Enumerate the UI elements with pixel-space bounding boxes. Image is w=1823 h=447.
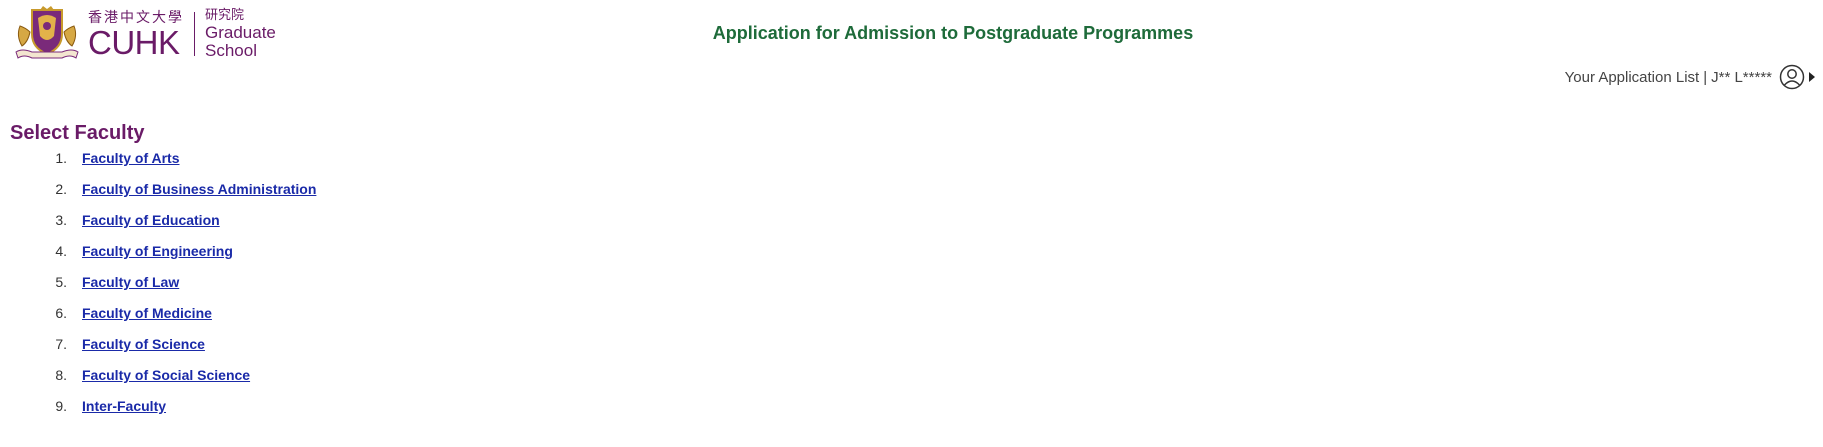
list-item: 8. Faculty of Social Science xyxy=(44,367,316,398)
list-item: 9. Inter-Faculty xyxy=(44,398,316,429)
faculty-link-business-administration[interactable]: Faculty of Business Administration xyxy=(82,181,316,197)
faculty-link-engineering[interactable]: Faculty of Engineering xyxy=(82,243,233,259)
page-title: Application for Admission to Postgraduat… xyxy=(712,23,1194,43)
faculty-link-education[interactable]: Faculty of Education xyxy=(82,212,220,228)
logo-school-line2: School xyxy=(205,41,257,60)
list-item-number: 9. xyxy=(55,398,67,414)
application-list-link[interactable]: Your Application List xyxy=(1565,69,1700,86)
list-item: 7. Faculty of Science xyxy=(44,336,316,367)
user-circle-icon[interactable] xyxy=(1779,64,1805,90)
faculty-list: 1. Faculty of Arts 2. Faculty of Busines… xyxy=(44,150,316,429)
section-heading: Select Faculty xyxy=(10,122,145,144)
list-item-number: 8. xyxy=(55,367,67,383)
user-name: J** L***** xyxy=(1711,68,1772,86)
list-item: 4. Faculty of Engineering xyxy=(44,243,316,274)
list-item-number: 3. xyxy=(55,212,67,228)
list-item-number: 4. xyxy=(55,243,67,259)
list-item-number: 7. xyxy=(55,336,67,352)
list-item-number: 5. xyxy=(55,274,67,290)
faculty-link-inter-faculty[interactable]: Inter-Faculty xyxy=(82,398,166,414)
list-item-number: 2. xyxy=(55,181,67,197)
list-item: 5. Faculty of Law xyxy=(44,274,316,305)
list-item-number: 6. xyxy=(55,305,67,321)
list-item: 2. Faculty of Business Administration xyxy=(44,181,316,212)
faculty-link-social-science[interactable]: Faculty of Social Science xyxy=(82,367,250,383)
caret-right-icon[interactable] xyxy=(1809,72,1815,82)
user-bar: Your Application List | J** L***** xyxy=(1565,64,1815,90)
list-item-number: 1. xyxy=(55,150,67,166)
faculty-link-law[interactable]: Faculty of Law xyxy=(82,274,179,290)
list-item: 6. Faculty of Medicine xyxy=(44,305,316,336)
user-bar-separator: | xyxy=(1703,68,1708,86)
faculty-link-science[interactable]: Faculty of Science xyxy=(82,336,205,352)
list-item: 1. Faculty of Arts xyxy=(44,150,316,181)
faculty-link-medicine[interactable]: Faculty of Medicine xyxy=(82,305,212,321)
faculty-link-arts[interactable]: Faculty of Arts xyxy=(82,150,180,166)
logo-school-chinese: 研究院 xyxy=(205,8,245,23)
list-item: 3. Faculty of Education xyxy=(44,212,316,243)
